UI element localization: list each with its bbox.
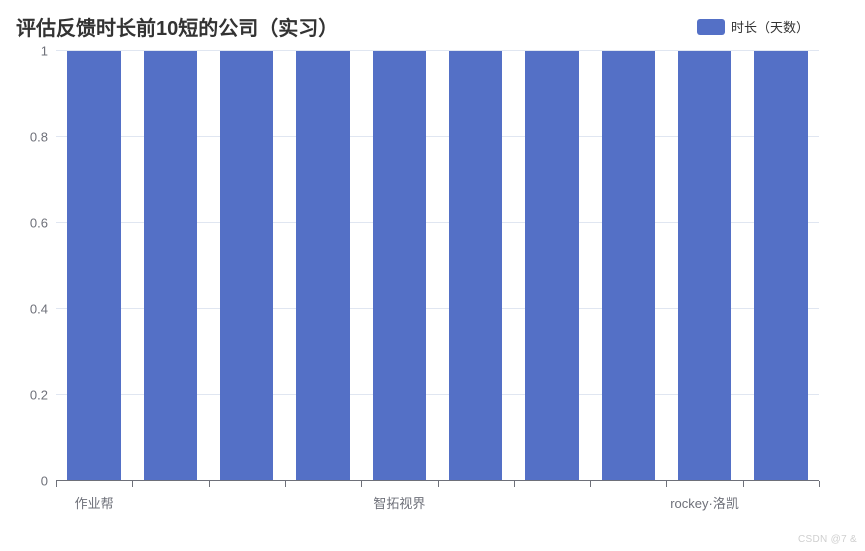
chart-header: 评估反馈时长前10短的公司（实习） 时长（天数） [16,12,829,41]
bar-slot [437,51,513,481]
y-tick: 0.6 [30,216,48,231]
x-label [285,487,361,511]
bar[interactable] [373,51,426,481]
bar[interactable] [296,51,349,481]
bar[interactable] [449,51,502,481]
bars-group [56,51,819,481]
x-label [132,487,208,511]
x-label [437,487,513,511]
y-axis: 0 0.2 0.4 0.6 0.8 1 [16,51,56,481]
bar-slot [590,51,666,481]
chart-title: 评估反馈时长前10短的公司（实习） [16,12,338,41]
bar-slot [514,51,590,481]
bar[interactable] [602,51,655,481]
y-tick: 0.8 [30,130,48,145]
chart-container: 评估反馈时长前10短的公司（实习） 时长（天数） 0 0.2 0.4 0.6 0… [0,0,845,540]
bar-slot [743,51,819,481]
x-label [743,487,819,511]
x-label [209,487,285,511]
bar-slot [56,51,132,481]
bar[interactable] [220,51,273,481]
x-axis-labels: 作业帮 智拓视界 rockey·洛凯 [56,487,819,511]
y-tick: 0.4 [30,302,48,317]
y-tick: 0.2 [30,388,48,403]
x-label: 智拓视界 [361,487,437,511]
bar[interactable] [754,51,807,481]
bar[interactable] [678,51,731,481]
bar-slot [666,51,742,481]
bar-slot [132,51,208,481]
y-tick: 1 [41,44,48,59]
bar[interactable] [67,51,120,481]
y-tick: 0 [41,474,48,489]
legend-swatch [697,19,725,35]
legend[interactable]: 时长（天数） [697,17,809,36]
x-label [514,487,590,511]
bar-slot [209,51,285,481]
x-label: 作业帮 [56,487,132,511]
bar-slot [285,51,361,481]
legend-label: 时长（天数） [731,17,809,36]
x-label: rockey·洛凯 [666,487,742,511]
plot-area: 0 0.2 0.4 0.6 0.8 1 [56,51,819,511]
bar[interactable] [144,51,197,481]
watermark: CSDN @7 & [798,534,857,545]
bar[interactable] [525,51,578,481]
x-label [590,487,666,511]
x-tick [819,481,820,487]
bar-slot [361,51,437,481]
